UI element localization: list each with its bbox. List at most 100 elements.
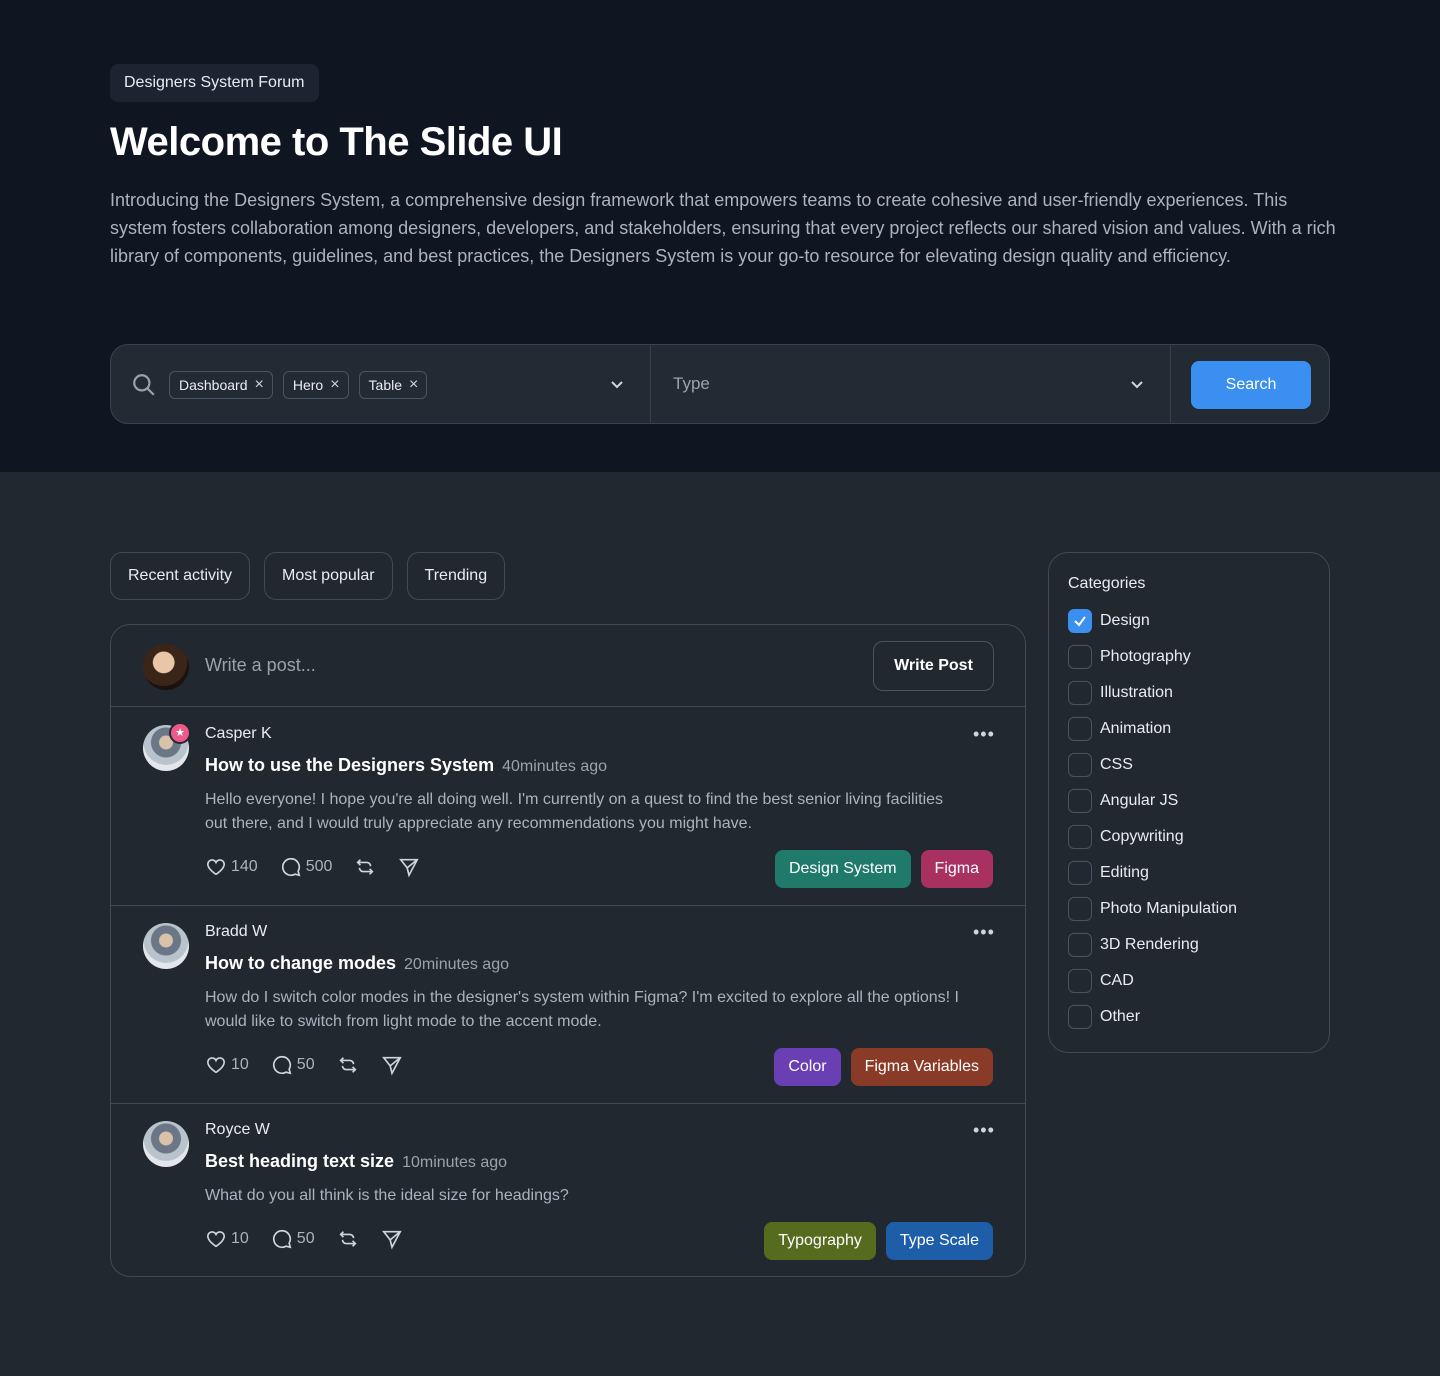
checkbox[interactable] — [1068, 681, 1092, 705]
avatar — [143, 1121, 189, 1167]
checkbox[interactable] — [1068, 717, 1092, 741]
post-author[interactable]: Bradd W — [205, 923, 267, 941]
share-button[interactable] — [381, 1054, 403, 1076]
comment-button[interactable]: 50 — [271, 1054, 315, 1076]
category-design[interactable]: Design — [1068, 609, 1150, 633]
category-cad[interactable]: CAD — [1068, 969, 1134, 993]
category-label: Design — [1100, 612, 1150, 629]
repost-button[interactable] — [337, 1054, 359, 1076]
checkbox[interactable] — [1068, 897, 1092, 921]
post-actions: 10 50 — [205, 1228, 403, 1250]
tag-figma[interactable]: Figma — [920, 850, 993, 888]
post-time: 10minutes ago — [402, 1154, 508, 1171]
repost-icon — [356, 859, 374, 875]
close-icon[interactable]: × — [330, 377, 339, 393]
category-photography[interactable]: Photography — [1068, 645, 1191, 669]
category-label: Illustration — [1100, 684, 1173, 701]
checkbox[interactable] — [1068, 1005, 1092, 1029]
search-button[interactable]: Search — [1191, 361, 1311, 409]
more-options-icon[interactable]: ••• — [973, 724, 995, 745]
type-select[interactable]: Type — [673, 374, 710, 394]
like-button[interactable]: 140 — [205, 856, 258, 878]
page-title: Welcome to The Slide UI — [110, 120, 563, 164]
repost-icon — [339, 1057, 357, 1073]
repost-button[interactable] — [354, 856, 376, 878]
category-angular-js[interactable]: Angular JS — [1068, 789, 1178, 813]
category-3d-rendering[interactable]: 3D Rendering — [1068, 933, 1199, 957]
heart-icon — [206, 859, 226, 876]
like-count: 10 — [231, 1230, 249, 1247]
post-title-row: How to change modes 20minutes ago — [205, 953, 509, 974]
category-copywriting[interactable]: Copywriting — [1068, 825, 1184, 849]
category-editing[interactable]: Editing — [1068, 861, 1149, 885]
send-icon — [381, 1056, 402, 1076]
category-illustration[interactable]: Illustration — [1068, 681, 1173, 705]
checkbox[interactable] — [1068, 789, 1092, 813]
post-item: ★ Casper K ••• How to use the Designers … — [111, 708, 1025, 906]
close-icon[interactable]: × — [255, 377, 264, 393]
share-button[interactable] — [381, 1228, 403, 1250]
share-button[interactable] — [398, 856, 420, 878]
checkbox[interactable] — [1068, 645, 1092, 669]
tag-design-system[interactable]: Design System — [774, 850, 911, 888]
check-icon — [1074, 616, 1086, 627]
category-other[interactable]: Other — [1068, 1005, 1140, 1029]
comment-count: 50 — [296, 1230, 315, 1247]
checkbox[interactable] — [1068, 753, 1092, 777]
comment-button[interactable]: 50 — [271, 1228, 315, 1250]
write-post-input[interactable]: Write a post... — [205, 655, 316, 676]
checkbox[interactable] — [1068, 609, 1092, 633]
checkbox[interactable] — [1068, 825, 1092, 849]
chip-label: Hero — [292, 377, 324, 393]
category-label: Angular JS — [1100, 792, 1179, 809]
categories-panel: Categories Design Photography Illustrati… — [1048, 552, 1330, 1053]
post-title-row: Best heading text size 10minutes ago — [205, 1151, 507, 1172]
post-title-row: How to use the Designers System 40minute… — [205, 755, 607, 776]
category-photo-manipulation[interactable]: Photo Manipulation — [1068, 897, 1237, 921]
send-icon — [399, 858, 420, 878]
post-author[interactable]: Royce W — [205, 1121, 270, 1139]
tab-recent-activity[interactable]: Recent activity — [110, 552, 251, 600]
checkbox[interactable] — [1068, 933, 1092, 957]
write-post-button[interactable]: Write Post — [873, 641, 994, 691]
post-body: How do I switch color modes in the desig… — [205, 989, 959, 1030]
chip-hero[interactable]: Hero × — [282, 371, 349, 399]
tag-type-scale[interactable]: Type Scale — [885, 1222, 993, 1260]
post-author[interactable]: Casper K — [205, 725, 272, 743]
close-icon[interactable]: × — [409, 377, 418, 393]
search-bar: Dashboard × Hero × Table × Type Search — [110, 344, 1330, 424]
tab-most-popular[interactable]: Most popular — [264, 552, 393, 600]
more-options-icon[interactable]: ••• — [973, 1120, 995, 1141]
chip-dashboard[interactable]: Dashboard × — [169, 371, 273, 399]
hero-section: Designers System Forum Welcome to The Sl… — [0, 0, 1440, 472]
post-item: Royce W ••• Best heading text size 10min… — [111, 1104, 1025, 1276]
category-label: Animation — [1100, 720, 1172, 737]
like-button[interactable]: 10 — [205, 1054, 249, 1076]
post-item: Bradd W ••• How to change modes 20minute… — [111, 906, 1025, 1104]
checkbox[interactable] — [1068, 969, 1092, 993]
category-animation[interactable]: Animation — [1068, 717, 1171, 741]
chevron-down-icon[interactable] — [1129, 376, 1145, 392]
post-title[interactable]: How to use the Designers System — [205, 755, 494, 776]
chevron-down-icon[interactable] — [609, 376, 625, 392]
like-button[interactable]: 10 — [205, 1228, 249, 1250]
category-css[interactable]: CSS — [1068, 753, 1133, 777]
post-title[interactable]: Best heading text size — [205, 1151, 394, 1172]
comment-icon — [272, 1229, 292, 1249]
avatar — [143, 923, 189, 969]
like-count: 140 — [231, 858, 258, 875]
filter-chips: Dashboard × Hero × Table × — [169, 371, 428, 399]
star-badge-icon: ★ — [169, 722, 191, 744]
categories-title: Categories — [1068, 575, 1146, 592]
tag-typography[interactable]: Typography — [764, 1222, 876, 1260]
comment-button[interactable]: 500 — [280, 856, 332, 878]
more-options-icon[interactable]: ••• — [973, 922, 995, 943]
repost-button[interactable] — [337, 1228, 359, 1250]
tag-figma-variables[interactable]: Figma Variables — [850, 1048, 993, 1086]
tab-trending[interactable]: Trending — [406, 552, 506, 600]
tag-color[interactable]: Color — [774, 1048, 841, 1086]
chip-table[interactable]: Table × — [358, 371, 428, 399]
post-composer: Write a post... Write Post — [111, 625, 1025, 707]
post-title[interactable]: How to change modes — [205, 953, 396, 974]
checkbox[interactable] — [1068, 861, 1092, 885]
